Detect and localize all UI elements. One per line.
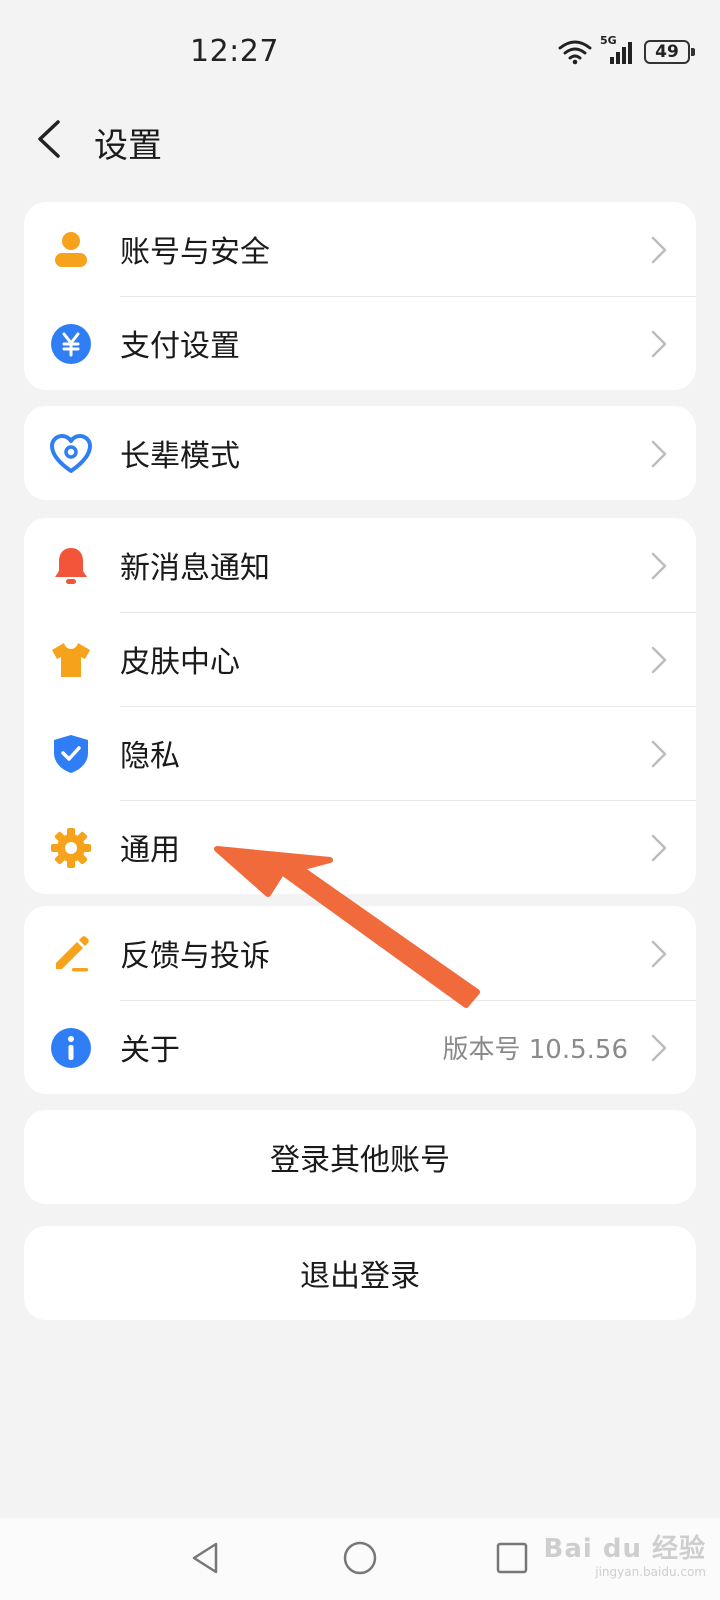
- settings-item-notifications[interactable]: 新消息通知: [24, 518, 696, 612]
- settings-item-label: 反馈与投诉: [120, 939, 270, 974]
- chevron-right-icon: [651, 940, 667, 968]
- settings-item-general[interactable]: 通用: [24, 800, 696, 894]
- wifi-icon: [558, 40, 592, 65]
- shirt-icon: [52, 643, 90, 677]
- bell-icon: [55, 548, 87, 584]
- settings-group-account: 账号与安全 支付设置: [24, 202, 696, 390]
- nav-back-icon[interactable]: [186, 1538, 226, 1578]
- header: 设置: [0, 100, 720, 180]
- chevron-right-icon: [651, 1034, 667, 1062]
- gear-icon: [51, 828, 91, 868]
- settings-item-skin-center[interactable]: 皮肤中心: [24, 612, 696, 706]
- chevron-left-icon: [38, 120, 60, 158]
- pencil-icon: [56, 936, 89, 972]
- yuan-icon: [51, 324, 91, 364]
- chevron-right-icon: [651, 740, 667, 768]
- heart-icon: [50, 434, 92, 473]
- settings-item-label: 账号与安全: [120, 235, 270, 270]
- info-icon: [51, 1028, 91, 1068]
- watermark: Bai du 经验 jingyan.baidu.com: [544, 1528, 707, 1579]
- person-icon: [55, 232, 87, 267]
- watermark-url: jingyan.baidu.com: [595, 1565, 706, 1579]
- battery-indicator: 49: [644, 40, 695, 64]
- status-icons: 5G 49: [558, 34, 695, 66]
- nav-home-icon[interactable]: [340, 1538, 380, 1578]
- settings-item-label: 新消息通知: [120, 551, 270, 586]
- settings-item-label: 关于: [120, 1033, 180, 1068]
- settings-item-label: 支付设置: [120, 329, 240, 364]
- nav-recents-icon[interactable]: [492, 1538, 532, 1578]
- status-time: 12:27: [190, 34, 279, 69]
- settings-item-about[interactable]: 关于 版本号 10.5.56: [24, 1000, 696, 1094]
- navigation-bar: Bai du 经验 jingyan.baidu.com: [0, 1518, 720, 1600]
- settings-item-privacy[interactable]: 隐私: [24, 706, 696, 800]
- chevron-right-icon: [651, 440, 667, 468]
- chevron-right-icon: [651, 236, 667, 264]
- settings-item-label: 通用: [120, 833, 180, 868]
- settings-group-elder: 长辈模式: [24, 406, 696, 500]
- version-number: 版本号 10.5.56: [442, 1034, 628, 1065]
- settings-group-about: 反馈与投诉 关于 版本号 10.5.56: [24, 906, 696, 1094]
- settings-item-feedback[interactable]: 反馈与投诉: [24, 906, 696, 1000]
- cellular-signal-icon: 5G: [600, 34, 636, 66]
- settings-item-elder-mode[interactable]: 长辈模式: [24, 406, 696, 500]
- back-button[interactable]: [28, 114, 78, 164]
- watermark-logo: Bai du 经验: [543, 1534, 706, 1564]
- chevron-right-icon: [651, 646, 667, 674]
- page-title: 设置: [94, 126, 162, 166]
- settings-item-label: 长辈模式: [120, 439, 240, 474]
- chevron-right-icon: [651, 552, 667, 580]
- settings-item-account-security[interactable]: 账号与安全: [24, 202, 696, 296]
- settings-group-general: 新消息通知 皮肤中心 隐私 通用: [24, 518, 696, 894]
- settings-item-label: 皮肤中心: [120, 645, 240, 680]
- switch-account-button[interactable]: 登录其他账号: [24, 1110, 696, 1204]
- chevron-right-icon: [651, 330, 667, 358]
- settings-item-payment[interactable]: 支付设置: [24, 296, 696, 390]
- chevron-right-icon: [651, 834, 667, 862]
- battery-level: 49: [655, 42, 679, 62]
- settings-item-label: 隐私: [120, 739, 180, 774]
- logout-button[interactable]: 退出登录: [24, 1226, 696, 1320]
- shield-icon: [54, 735, 88, 773]
- status-bar: 12:27 5G 49: [0, 0, 720, 100]
